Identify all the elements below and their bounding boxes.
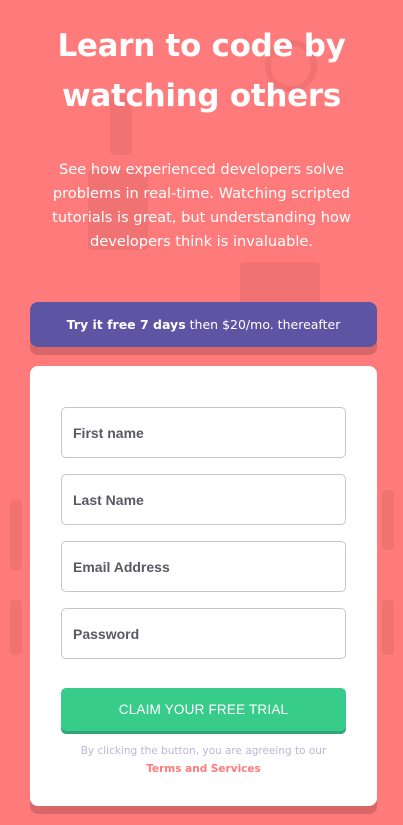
bg-shape [10, 500, 22, 570]
terms-notice: By clicking the button, you are agreeing… [61, 742, 346, 778]
trial-banner-bold: Try it free 7 days [66, 317, 186, 332]
trial-banner-rest: then $20/mo. thereafter [189, 317, 341, 332]
intro-paragraph: See how experienced developers solve pro… [52, 160, 351, 250]
bg-shape [382, 600, 394, 655]
last-name-input[interactable] [61, 474, 346, 525]
bg-shape [240, 262, 320, 304]
password-input[interactable] [61, 608, 346, 659]
signup-card: Claim your free trial By clicking the bu… [30, 366, 377, 806]
page-headline: Learn to code by watching others [57, 27, 346, 114]
terms-prefix: By clicking the button, you are agreeing… [80, 745, 327, 757]
bg-shape [10, 600, 22, 655]
first-name-input[interactable] [61, 407, 346, 458]
trial-banner: Try it free 7 days then $20/mo. thereaft… [30, 302, 377, 347]
terms-link[interactable]: Terms and Services [146, 763, 261, 775]
email-input[interactable] [61, 541, 346, 592]
bg-shape [382, 490, 394, 550]
claim-free-trial-button[interactable]: Claim your free trial [61, 688, 346, 731]
